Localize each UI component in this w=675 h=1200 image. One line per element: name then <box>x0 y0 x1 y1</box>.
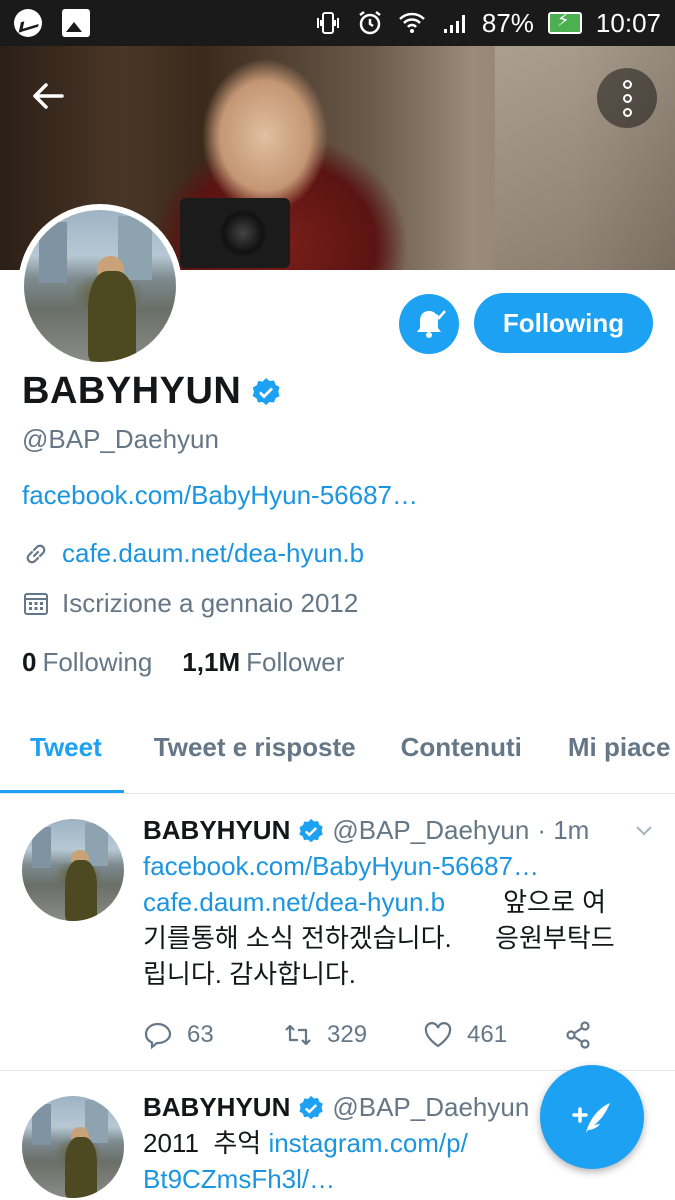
website-link[interactable]: cafe.daum.net/dea-hyun.b <box>62 538 364 569</box>
tweet-author-handle: @BAP_Daehyun <box>332 1092 530 1122</box>
share-button[interactable] <box>563 1020 603 1050</box>
share-icon <box>566 1021 590 1049</box>
avatar-image <box>24 210 176 362</box>
retweet-icon <box>285 1024 311 1046</box>
messenger-icon <box>14 9 42 37</box>
following-count: 0 <box>22 647 37 677</box>
like-count: 461 <box>467 1021 508 1048</box>
followers-count: 1,1M <box>182 647 241 677</box>
follow-counts: 0 Following 1,1M Follower <box>22 647 344 678</box>
verified-badge-icon <box>252 377 280 405</box>
bio-facebook-link[interactable]: facebook.com/BabyHyun-56687… <box>22 480 418 511</box>
profile-avatar[interactable] <box>18 204 182 368</box>
tweet-time: · 1m <box>537 815 590 845</box>
status-bar: 87% 10:07 <box>0 0 675 46</box>
battery-icon <box>547 10 582 34</box>
name-row: BABYHYUN <box>22 370 281 413</box>
chevron-down-icon[interactable] <box>635 821 653 839</box>
display-name: BABYHYUN <box>22 370 242 412</box>
battery-percent: 87% <box>481 7 534 38</box>
tweet-header: BABYHYUN @BAP_Daehyun · 1m <box>143 815 653 846</box>
joined-date: Iscrizione a gennaio 2012 <box>62 588 359 618</box>
tweet-author-name: BABYHYUN <box>143 1092 291 1122</box>
arrow-left-icon <box>33 83 64 109</box>
tweet-link-facebook[interactable]: facebook.com/BabyHyun-56687… <box>143 851 539 881</box>
tweet-avatar[interactable] <box>22 819 124 921</box>
heart-icon <box>424 1022 452 1048</box>
banner-camera <box>180 198 290 268</box>
tweet-item[interactable]: BABYHYUN @BAP_Daehyun · 1m facebook.com/… <box>0 795 675 1071</box>
clock: 10:07 <box>595 7 661 38</box>
alarm-icon <box>359 11 381 35</box>
tweet-text-line: 립니다. 감사합니다. <box>143 959 357 989</box>
tweet-author-name: BABYHYUN <box>143 815 291 845</box>
compose-tweet-button[interactable] <box>540 1065 644 1169</box>
tab-tweet[interactable]: Tweet <box>0 718 124 793</box>
tweet-actions: 63 329 461 <box>143 1020 653 1050</box>
wifi-icon <box>398 12 425 33</box>
profile-tabs: Tweet Tweet e risposte Contenuti Mi piac… <box>0 718 675 794</box>
gallery-icon <box>62 9 90 37</box>
more-dot-icon <box>622 107 632 117</box>
reply-button[interactable]: 63 <box>143 1020 283 1050</box>
website-row: cafe.daum.net/dea-hyun.b <box>22 538 364 569</box>
tweet-text: facebook.com/BabyHyun-56687… cafe.daum.n… <box>143 848 653 992</box>
tweet-text-line: 기를통해 소식 전하겠습니다. 응원부탁드 <box>143 923 615 953</box>
following-count-link[interactable]: 0 Following <box>22 647 152 678</box>
followers-count-link[interactable]: 1,1M Follower <box>182 647 344 678</box>
tweet-link-instagram[interactable]: instagram.com/p/ <box>268 1128 467 1158</box>
vibrate-icon <box>316 12 339 34</box>
followers-label: Follower <box>246 647 345 677</box>
following-button[interactable]: Following <box>474 293 653 353</box>
more-dot-icon <box>622 93 632 103</box>
tab-mi-piace[interactable]: Mi piace <box>568 718 671 793</box>
reply-count: 63 <box>187 1021 214 1048</box>
compose-feather-icon <box>572 1103 610 1133</box>
reply-icon <box>144 1022 172 1050</box>
tweet-text-part: 앞으로 여 <box>503 887 607 917</box>
bell-check-icon <box>417 310 446 338</box>
joined-row: Iscrizione a gennaio 2012 <box>22 588 358 619</box>
more-dot-icon <box>622 79 632 89</box>
more-options-button[interactable] <box>597 68 657 128</box>
retweet-button[interactable]: 329 <box>283 1020 423 1050</box>
tab-contenuti[interactable]: Contenuti <box>401 718 522 793</box>
signal-icon <box>443 15 465 33</box>
tweet-text-part: 2011 추억 <box>143 1128 262 1158</box>
like-button[interactable]: 461 <box>423 1020 563 1050</box>
tweet-author-handle: @BAP_Daehyun <box>332 815 530 845</box>
verified-badge-icon <box>299 1095 324 1119</box>
tab-tweet-e-risposte[interactable]: Tweet e risposte <box>154 718 356 793</box>
calendar-icon <box>24 592 48 615</box>
profile-handle: @BAP_Daehyun <box>22 424 219 454</box>
tweet-link-instagram-cont[interactable]: Bt9CZmsFh3l/… <box>143 1164 335 1194</box>
retweet-count: 329 <box>327 1021 368 1048</box>
notifications-button[interactable] <box>399 294 459 354</box>
following-label: Following <box>42 647 153 677</box>
link-icon <box>26 544 46 563</box>
tweet-avatar[interactable] <box>22 1096 124 1198</box>
verified-badge-icon <box>299 818 324 842</box>
back-button[interactable] <box>28 76 76 124</box>
tweet-link-cafe[interactable]: cafe.daum.net/dea-hyun.b <box>143 887 445 917</box>
